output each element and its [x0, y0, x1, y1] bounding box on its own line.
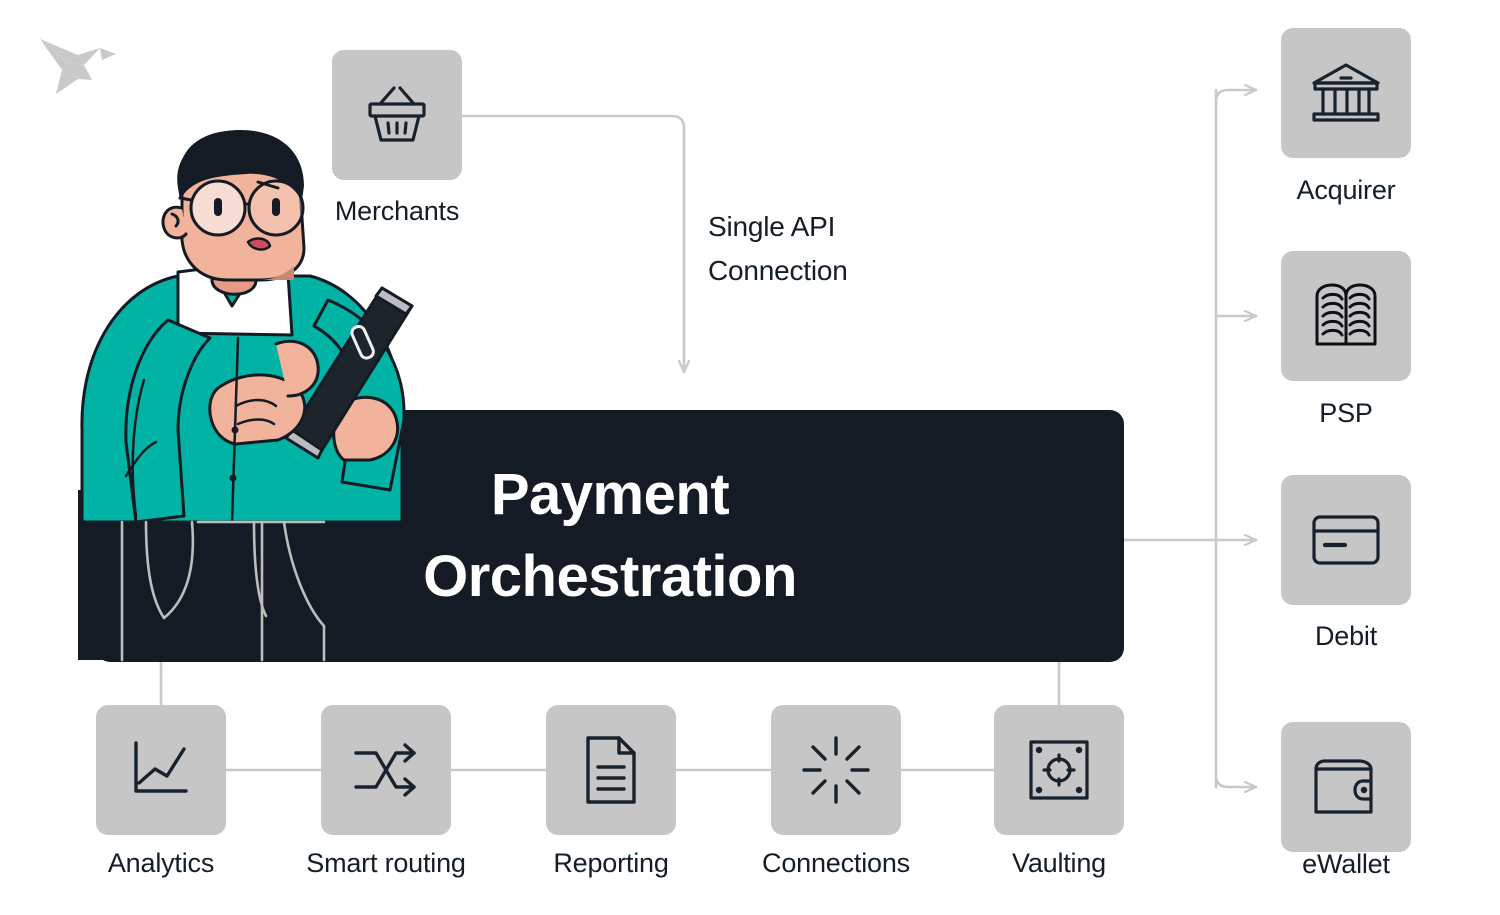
vaulting-tile[interactable] [994, 705, 1124, 835]
annotation-line-2: Connection [708, 255, 848, 287]
acquirer-label: Acquirer [1296, 175, 1396, 205]
ewallet-label: eWallet [1302, 849, 1390, 879]
ewallet-tile[interactable] [1281, 722, 1411, 852]
bank-building-icon [1309, 61, 1383, 125]
radial-burst-icon [800, 734, 872, 806]
analytics-label: Analytics [107, 848, 215, 878]
reporting-tile[interactable] [546, 705, 676, 835]
line-chart-icon [126, 735, 196, 805]
connections-tile[interactable] [771, 705, 901, 835]
acquirer-tile[interactable] [1281, 28, 1411, 158]
document-lines-icon [581, 734, 641, 806]
payment-orchestration-title: Payment Orchestration [96, 410, 1124, 662]
origami-bird-logo [32, 24, 132, 104]
psp-label: PSP [1319, 398, 1373, 428]
core-title-line-2: Orchestration [423, 544, 797, 609]
debit-label: Debit [1314, 621, 1378, 651]
vault-door-icon [1026, 737, 1092, 803]
vaulting-label: Vaulting [1012, 848, 1106, 878]
debit-tile[interactable] [1281, 475, 1411, 605]
open-book-icon [1312, 282, 1380, 350]
wire-merchants-to-core [460, 114, 684, 374]
wallet-icon [1311, 757, 1381, 817]
single-api-connection-annotation: Single API Connection [708, 205, 848, 293]
credit-card-icon [1310, 513, 1382, 567]
reporting-label: Reporting [553, 848, 669, 878]
smart-routing-label: Smart routing [306, 848, 466, 878]
analytics-tile[interactable] [96, 705, 226, 835]
wire-bus-to-acquirer [1214, 90, 1258, 104]
psp-tile[interactable] [1281, 251, 1411, 381]
annotation-line-1: Single API [708, 211, 836, 242]
core-title-line-1: Payment [490, 461, 730, 527]
smart-routing-tile[interactable] [321, 705, 451, 835]
shuffle-arrows-icon [350, 737, 422, 803]
wire-bus-to-ewallet [1214, 773, 1258, 787]
connections-label: Connections [762, 848, 910, 878]
diagram-canvas: Payment Orchestration Single API Connect… [0, 0, 1500, 915]
